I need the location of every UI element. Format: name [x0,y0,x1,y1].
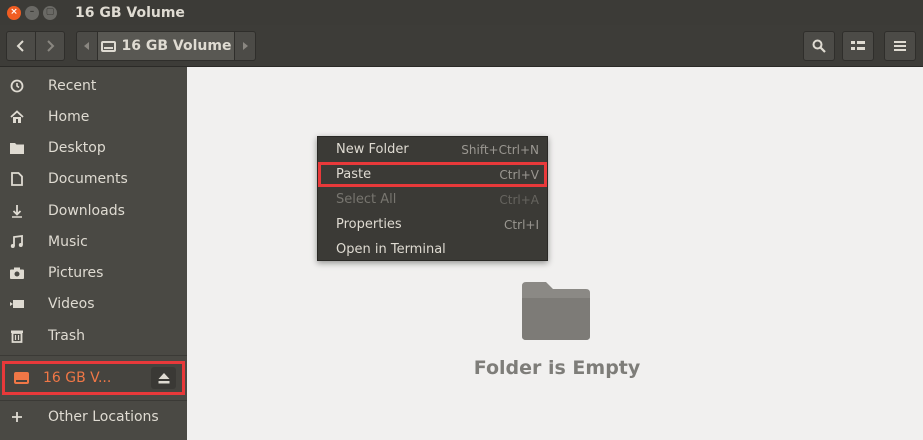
eject-button[interactable] [151,367,176,389]
drive-icon [14,372,29,384]
breadcrumb-label: 16 GB Volume [121,38,232,54]
plus-icon [0,411,34,423]
caret-right-icon [243,42,248,50]
back-button[interactable] [6,31,36,61]
sidebar-item-music[interactable]: Music [0,226,187,257]
file-view-area[interactable]: Folder is Empty [187,67,923,440]
sidebar-item-label: 16 GB V... [43,370,112,386]
sidebar-item-trash[interactable]: Trash [0,320,187,351]
sidebar-item-videos[interactable]: Videos [0,288,187,319]
menu-item-shortcut: Ctrl+I [504,217,539,232]
sidebar-item-label: Videos [48,295,95,312]
maximize-window-button[interactable]: ▢ [43,5,57,20]
context-menu: New Folder Shift+Ctrl+N Paste Ctrl+V Sel… [317,136,548,261]
menu-item-select-all: Select All Ctrl+A [318,187,547,212]
home-icon [0,109,34,124]
camera-icon [0,267,34,279]
breadcrumb-current[interactable]: 16 GB Volume [97,31,235,61]
sidebar-item-label: Pictures [48,264,104,281]
sidebar-item-label: Documents [48,170,128,187]
menu-item-new-folder[interactable]: New Folder Shift+Ctrl+N [318,137,547,162]
window-title: 16 GB Volume [75,4,185,21]
sidebar-divider [0,355,187,356]
menu-item-label: Properties [336,217,402,232]
sidebar-item-label: Recent [48,77,97,94]
header-bar: 16 GB Volume [0,25,923,67]
chevron-right-icon [47,40,55,52]
drive-icon [100,40,116,52]
music-icon [0,234,34,249]
clock-icon [0,79,34,93]
menu-item-paste[interactable]: Paste Ctrl+V [318,162,547,187]
download-icon [0,204,34,218]
hamburger-menu-icon [894,41,906,51]
trash-icon [0,329,34,343]
path-scroll-right-button[interactable] [234,31,256,61]
sidebar-item-volume[interactable]: 16 GB V... [2,361,185,395]
chevron-left-icon [16,40,24,52]
sidebar-item-recent[interactable]: Recent [0,70,187,101]
menu-item-shortcut: Shift+Ctrl+N [461,142,539,157]
menu-item-label: Open in Terminal [336,242,446,257]
folder-icon [0,142,34,154]
sidebar-item-downloads[interactable]: Downloads [0,195,187,226]
eject-icon [158,372,169,383]
menu-item-properties[interactable]: Properties Ctrl+I [318,212,547,237]
empty-folder-message: Folder is Empty [473,357,641,379]
sidebar-item-label: Desktop [48,139,106,156]
video-icon [0,299,34,309]
sidebar-item-label: Other Locations [48,408,159,425]
sidebar-item-label: Trash [48,327,85,344]
path-scroll-left-button[interactable] [76,31,98,61]
menu-item-shortcut: Ctrl+V [499,167,539,182]
sidebar-item-pictures[interactable]: Pictures [0,257,187,288]
sidebar-item-label: Home [48,108,90,125]
view-options-icon [851,41,865,50]
sidebar-item-other-locations[interactable]: Other Locations [0,401,187,432]
menu-item-open-in-terminal[interactable]: Open in Terminal [318,237,547,262]
empty-folder-icon [522,282,590,340]
sidebar-item-label: Downloads [48,202,125,219]
search-icon [812,39,826,53]
menu-item-label: New Folder [336,142,409,157]
sidebar-item-label: Music [48,233,88,250]
sidebar-item-home[interactable]: Home [0,101,187,132]
search-button[interactable] [803,31,835,61]
caret-left-icon [84,42,89,50]
forward-button[interactable] [35,31,65,61]
close-window-button[interactable]: × [7,5,21,20]
document-icon [0,171,34,186]
menu-item-label: Paste [336,167,372,182]
menu-item-label: Select All [336,192,397,207]
app-menu-button[interactable] [884,31,916,61]
minimize-window-button[interactable]: – [25,5,39,20]
view-options-button[interactable] [842,31,874,61]
sidebar: Recent Home Desktop Documents Downloads … [0,67,187,440]
title-bar: × – ▢ 16 GB Volume [0,0,923,25]
sidebar-item-documents[interactable]: Documents [0,163,187,194]
menu-item-shortcut: Ctrl+A [499,192,539,207]
sidebar-item-desktop[interactable]: Desktop [0,132,187,163]
